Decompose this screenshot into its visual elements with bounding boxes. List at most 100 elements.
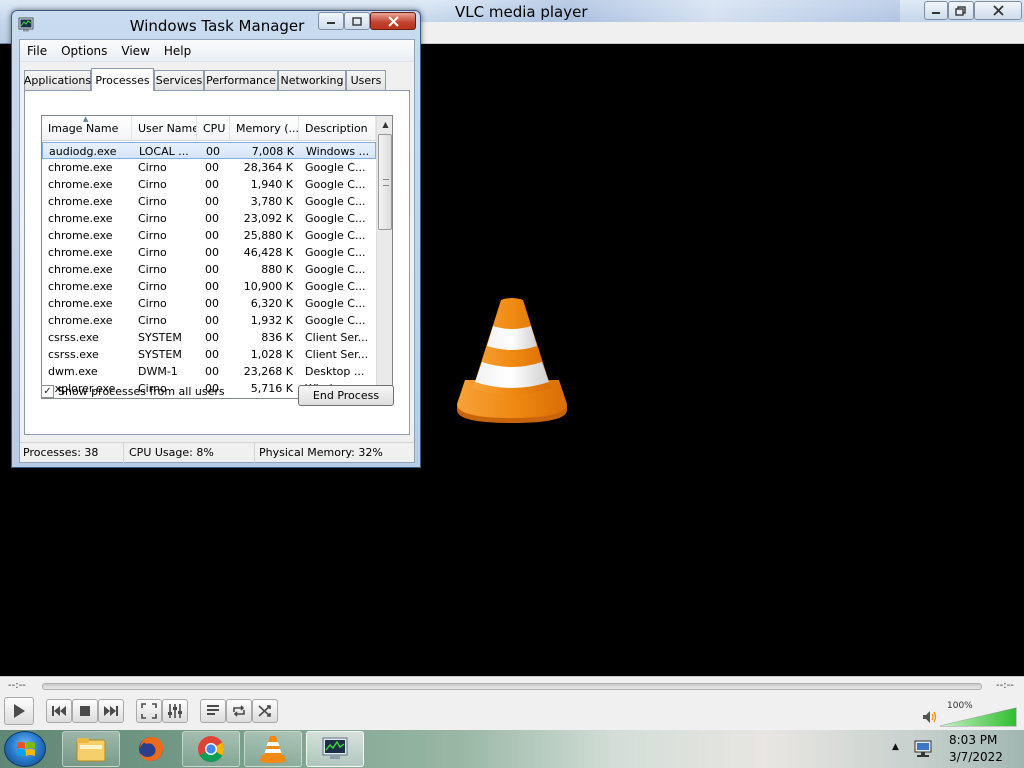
end-process-button[interactable]: End Process: [298, 385, 394, 406]
loop-icon: [233, 705, 245, 717]
previous-button[interactable]: [46, 699, 72, 723]
playlist-button[interactable]: [200, 699, 226, 723]
fullscreen-button[interactable]: [136, 699, 162, 723]
process-row[interactable]: chrome.exe Cirno 00 46,428 K Google C...: [42, 244, 376, 261]
menu-file[interactable]: File: [20, 44, 54, 58]
task-manager-maximize-button[interactable]: [344, 12, 370, 30]
column-header-user-name[interactable]: User Name: [132, 116, 197, 141]
process-row[interactable]: chrome.exe Cirno 00 1,940 K Google C...: [42, 176, 376, 193]
clock-time[interactable]: 8:03 PM: [949, 733, 997, 747]
taskbar-vlc-button[interactable]: [244, 731, 302, 767]
extended-settings-button[interactable]: [162, 699, 188, 723]
taskbar-explorer-button[interactable]: [62, 731, 120, 767]
process-row[interactable]: csrss.exe SYSTEM 00 836 K Client Ser...: [42, 329, 376, 346]
taskbar: ▲ 8:03 PM 3/7/2022: [0, 730, 1024, 768]
task-manager-window: Windows Task Manager File Options View H…: [11, 10, 421, 468]
show-all-users-checkbox[interactable]: ✓ Show processes from all users: [41, 385, 225, 398]
restore-icon: [955, 5, 966, 16]
process-description: Client Ser...: [305, 348, 369, 361]
task-manager-minimize-button[interactable]: [318, 12, 344, 30]
process-user-name: Cirno: [138, 178, 167, 191]
process-cpu: 00: [205, 161, 219, 174]
next-icon: [104, 706, 118, 716]
elapsed-time: --:--: [8, 680, 26, 691]
process-row[interactable]: csrss.exe SYSTEM 00 1,028 K Client Ser...: [42, 346, 376, 363]
process-user-name: Cirno: [138, 263, 167, 276]
process-row[interactable]: chrome.exe Cirno 00 880 K Google C...: [42, 261, 376, 278]
taskbar-firefox-button[interactable]: [122, 731, 180, 767]
task-manager-close-button[interactable]: [370, 12, 416, 30]
shuffle-button[interactable]: [252, 699, 278, 723]
vlc-minimize-button[interactable]: [924, 1, 948, 20]
menu-options[interactable]: Options: [54, 44, 114, 58]
scrollbar-thumb[interactable]: [378, 134, 392, 230]
tab-applications[interactable]: Applications: [24, 70, 91, 90]
close-icon: [992, 5, 1004, 16]
shuffle-icon: [258, 705, 271, 717]
process-list[interactable]: ▲ Image Name User Name CPU Memory (... D…: [41, 115, 393, 399]
process-row[interactable]: chrome.exe Cirno 00 3,780 K Google C...: [42, 193, 376, 210]
process-user-name: SYSTEM: [138, 348, 182, 361]
chrome-icon: [198, 736, 225, 763]
process-list-scrollbar[interactable]: ▲ ▼: [376, 116, 392, 398]
speaker-icon[interactable]: [922, 709, 938, 725]
column-header-description[interactable]: Description: [299, 116, 376, 141]
column-header-memory[interactable]: Memory (...: [230, 116, 299, 141]
process-row[interactable]: chrome.exe Cirno 00 1,932 K Google C...: [42, 312, 376, 329]
process-user-name: DWM-1: [138, 365, 178, 378]
windows-explorer-icon: [76, 738, 106, 762]
menu-help[interactable]: Help: [157, 44, 198, 58]
process-cpu: 00: [205, 365, 219, 378]
vlc-cone-logo: [457, 298, 567, 423]
process-list-header: ▲ Image Name User Name CPU Memory (... D…: [42, 116, 376, 141]
tab-performance[interactable]: Performance: [204, 70, 278, 90]
process-image-name: chrome.exe: [48, 263, 113, 276]
tab-networking[interactable]: Networking: [278, 70, 346, 90]
process-cpu: 00: [205, 229, 219, 242]
tab-users[interactable]: Users: [346, 70, 386, 90]
next-button[interactable]: [98, 699, 124, 723]
vlc-restore-button[interactable]: [948, 1, 974, 20]
loop-button[interactable]: [226, 699, 252, 723]
process-row[interactable]: chrome.exe Cirno 00 23,092 K Google C...: [42, 210, 376, 227]
process-user-name: Cirno: [138, 212, 167, 225]
process-row[interactable]: chrome.exe Cirno 00 28,364 K Google C...: [42, 159, 376, 176]
process-memory: 23,268 K: [243, 365, 293, 378]
menu-view[interactable]: View: [114, 44, 156, 58]
network-icon[interactable]: [913, 739, 933, 759]
process-image-name: chrome.exe: [48, 229, 113, 242]
process-memory: 23,092 K: [243, 212, 293, 225]
process-row[interactable]: chrome.exe Cirno 00 6,320 K Google C...: [42, 295, 376, 312]
process-row[interactable]: dwm.exe DWM-1 00 23,268 K Desktop ...: [42, 363, 376, 380]
process-image-name: csrss.exe: [48, 331, 99, 344]
play-button[interactable]: [4, 697, 34, 725]
stop-button[interactable]: [72, 699, 98, 723]
tab-services[interactable]: Services: [154, 70, 204, 90]
scroll-up-arrow-icon[interactable]: ▲: [377, 116, 392, 133]
vlc-controls-bar: --:-- --:-- 100%: [0, 676, 1024, 730]
process-row[interactable]: audiodg.exe LOCAL ... 00 7,008 K Windows ...: [42, 142, 376, 159]
clock-date[interactable]: 3/7/2022: [949, 750, 1003, 764]
process-row[interactable]: chrome.exe Cirno 00 25,880 K Google C...: [42, 227, 376, 244]
column-header-cpu[interactable]: CPU: [197, 116, 230, 141]
checkbox-checkmark-icon[interactable]: ✓: [41, 385, 54, 398]
seek-slider[interactable]: [42, 683, 982, 690]
minimize-icon: [327, 22, 335, 24]
tab-processes[interactable]: Processes: [91, 68, 154, 91]
taskbar-chrome-button[interactable]: [182, 731, 240, 767]
process-memory: 1,932 K: [250, 314, 293, 327]
start-button[interactable]: [4, 731, 46, 767]
previous-icon: [52, 706, 66, 716]
process-row[interactable]: chrome.exe Cirno 00 10,900 K Google C...: [42, 278, 376, 295]
column-header-image-name[interactable]: ▲ Image Name: [42, 116, 132, 141]
status-bar: Processes: 38 CPU Usage: 8% Physical Mem…: [20, 442, 414, 463]
process-cpu: 00: [205, 212, 219, 225]
process-user-name: Cirno: [138, 195, 167, 208]
tray-overflow-arrow-icon[interactable]: ▲: [892, 742, 899, 752]
process-memory: 46,428 K: [243, 246, 293, 259]
volume-slider[interactable]: [940, 707, 1018, 727]
process-user-name: LOCAL ...: [139, 145, 189, 158]
vlc-close-button[interactable]: [974, 1, 1022, 20]
taskbar-task-manager-button[interactable]: [306, 731, 364, 767]
process-memory: 1,028 K: [250, 348, 293, 361]
